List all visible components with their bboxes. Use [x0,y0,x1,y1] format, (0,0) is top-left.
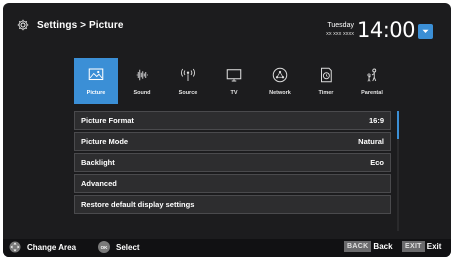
tab-network[interactable]: Network [258,58,302,104]
tab-label: Sound [133,90,151,96]
settings-list: Picture Format 16:9 Picture Mode Natural… [74,111,391,216]
tab-timer[interactable]: Timer [304,58,348,104]
tab-label: Picture [86,90,106,96]
chevron-down-icon [422,29,429,33]
tv-icon [226,69,242,82]
footer-hints: Change Area OK Select BACK Back EXIT Exi… [3,239,451,257]
settings-screen: Settings > Picture Tuesday xx xxx xxxx 1… [3,3,451,257]
list-item-picture-mode[interactable]: Picture Mode Natural [74,132,391,151]
row-label: Picture Mode [81,137,129,146]
date-block: Tuesday xx xxx xxxx [326,22,354,38]
source-icon [180,68,196,81]
back-label: Back [373,242,393,251]
list-item-picture-format[interactable]: Picture Format 16:9 [74,111,391,130]
day-label: Tuesday [327,22,354,29]
tab-label: Timer [318,90,334,96]
breadcrumb: Settings > Picture [17,19,124,31]
row-value: 16:9 [368,116,384,125]
date-label: xx xxx xxxx [326,31,354,37]
row-label: Backlight [81,158,115,167]
category-tabs: Picture Sound Source TV Network Timer Pa… [74,58,394,104]
change-area-hint[interactable]: Change Area [9,241,76,253]
clock-dropdown-button[interactable] [418,24,433,39]
gear-icon [17,19,29,31]
list-item-advanced[interactable]: Advanced [74,174,391,193]
back-hint[interactable]: BACK Back [344,241,393,252]
timer-icon [321,67,332,83]
list-item-restore-defaults[interactable]: Restore default display settings [74,195,391,214]
navigation-arrows-icon [9,241,21,253]
tab-label: Source [178,90,198,96]
tab-sound[interactable]: Sound [120,58,164,104]
row-value: Natural [358,137,384,146]
tab-source[interactable]: Source [166,58,210,104]
exit-key-icon: EXIT [402,241,425,252]
back-key-icon: BACK [344,241,372,252]
tab-tv[interactable]: TV [212,58,256,104]
sound-icon [136,69,148,81]
tab-picture[interactable]: Picture [74,58,118,104]
ok-button-icon: OK [98,241,110,253]
exit-hint[interactable]: EXIT Exit [402,241,441,252]
select-label: Select [116,242,140,252]
select-hint[interactable]: OK Select [98,241,140,253]
row-value: Eco [370,158,384,167]
row-label: Picture Format [81,116,134,125]
tab-label: TV [230,90,238,96]
picture-icon [88,68,104,81]
tab-label: Network [269,90,291,96]
row-label: Advanced [81,179,117,188]
network-icon [272,67,288,83]
page-title: Settings > Picture [37,19,124,31]
change-area-label: Change Area [27,242,77,252]
clock: Tuesday xx xxx xxxx 14:00 [326,18,415,42]
tab-parental[interactable]: Parental [350,58,394,104]
parental-icon [367,68,377,82]
tab-label: Parental [361,90,383,96]
scrollbar-thumb[interactable] [397,111,399,139]
time-label: 14:00 [356,18,416,42]
exit-label: Exit [426,242,442,251]
row-label: Restore default display settings [81,200,195,209]
list-item-backlight[interactable]: Backlight Eco [74,153,391,172]
